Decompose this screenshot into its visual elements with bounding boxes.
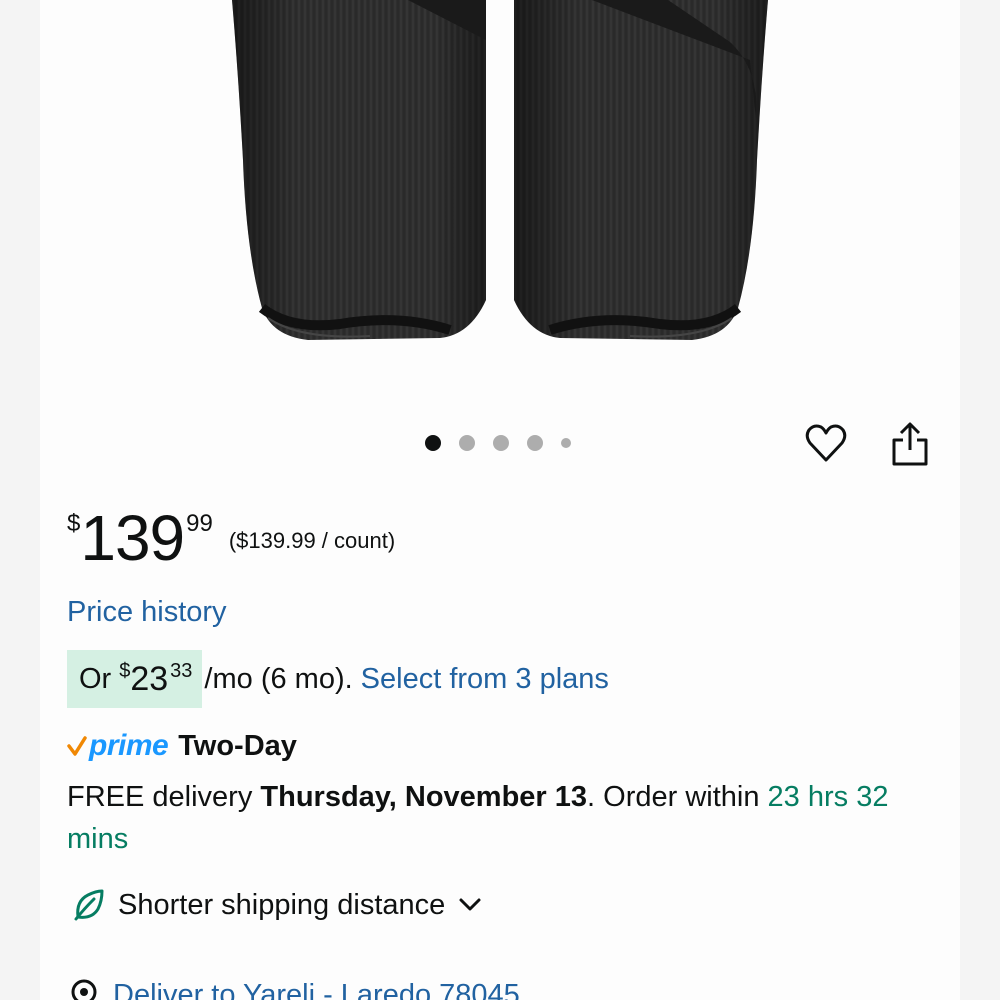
unit-price: ($139.99 / count) (228, 528, 396, 553)
prime-logo-text: prime (89, 729, 169, 762)
delivery-middle: . Order within (587, 781, 768, 813)
carousel-dot[interactable] (459, 435, 475, 451)
price-whole: 139 (80, 502, 185, 574)
delivery-message: FREE delivery Thursday, November 13. Ord… (67, 776, 947, 860)
shipping-distance-toggle[interactable]: Shorter shipping distance (70, 884, 483, 926)
chevron-down-icon (459, 898, 481, 911)
location-pin-icon (71, 979, 97, 1000)
right-margin (960, 0, 1000, 1000)
delivery-prefix: FREE delivery (67, 781, 261, 813)
delivery-date: Thursday, November 13 (260, 781, 588, 813)
select-plans-link[interactable]: Select from 3 plans (361, 663, 609, 696)
deliver-to-label: Deliver to Yareli - Laredo 78045 (113, 978, 520, 1000)
installment-whole: 23 (130, 659, 169, 698)
product-page: $ 139 99 ($139.99 / count) Price history… (0, 0, 1000, 1000)
prime-badge: prime Two-Day (67, 726, 297, 766)
installment-symbol: $ (119, 660, 131, 682)
left-margin (0, 0, 40, 1000)
installment-terms: /mo (6 mo). (204, 662, 353, 695)
carousel-dot[interactable] (527, 435, 543, 451)
carousel-dot[interactable] (493, 435, 509, 451)
deliver-to-link[interactable]: Deliver to Yareli - Laredo 78045 (67, 978, 520, 1000)
installment-badge: Or $ 23 33 (67, 650, 203, 708)
prime-check-icon (67, 736, 87, 756)
installment-offer: Or $ 23 33 /mo (6 mo). Select from 3 pla… (67, 650, 609, 708)
price-fraction: 99 (186, 510, 213, 537)
installment-or: Or (79, 662, 112, 695)
image-carousel-dots[interactable] (425, 435, 571, 451)
prime-two-day: Two-Day (178, 729, 297, 762)
favorite-button[interactable] (804, 422, 848, 466)
carousel-dot[interactable] (425, 435, 441, 451)
heart-icon (805, 424, 847, 462)
share-button[interactable] (888, 420, 932, 468)
product-detail-content: $ 139 99 ($139.99 / count) Price history… (40, 0, 960, 1000)
leaf-icon (74, 889, 104, 921)
installment-fraction: 33 (170, 660, 193, 682)
product-image[interactable] (40, 0, 960, 400)
shipping-distance-label: Shorter shipping distance (118, 888, 446, 921)
share-icon (892, 422, 928, 466)
carousel-dot[interactable] (561, 438, 571, 448)
price-history-link[interactable]: Price history (67, 596, 227, 629)
compression-sleeves-image (232, 0, 768, 340)
price-symbol: $ (67, 510, 81, 537)
price: $ 139 99 ($139.99 / count) (67, 502, 395, 582)
